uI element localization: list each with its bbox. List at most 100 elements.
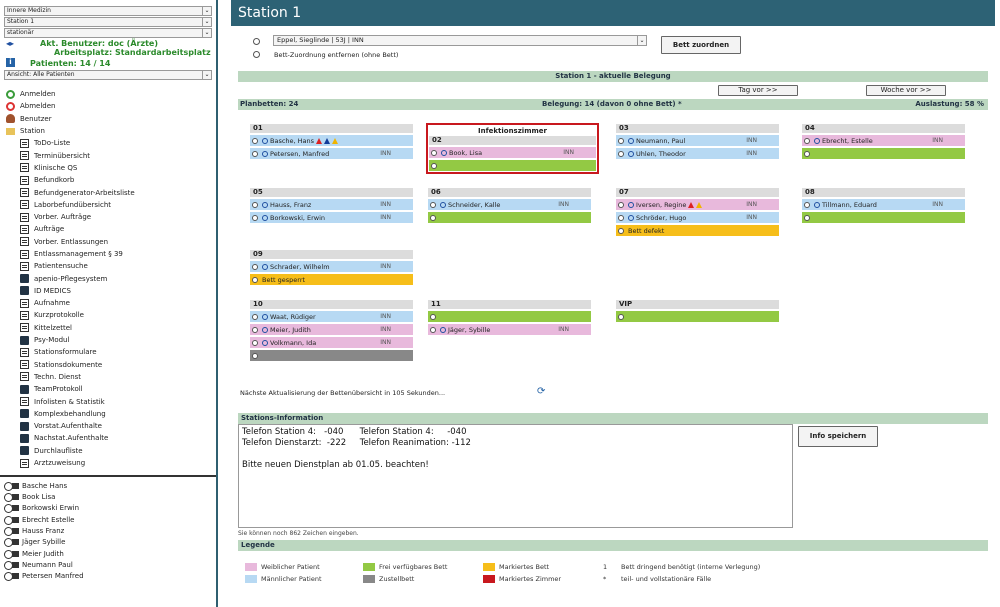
menu-item-2[interactable]: Klinische QS: [0, 162, 216, 174]
search-icon[interactable]: [814, 137, 820, 144]
patient-list-item[interactable]: Neumann Paul: [0, 559, 216, 570]
search-icon[interactable]: [262, 339, 268, 346]
bed-slot[interactable]: Volkmann, Ida INN: [250, 337, 413, 348]
bed-slot[interactable]: Jäger, Sybille INN: [428, 324, 591, 335]
patient-select[interactable]: Eppel, Sieglinde | 53J | INN ⌄: [273, 35, 647, 46]
bed-radio[interactable]: [804, 137, 810, 144]
menu-item-station[interactable]: Station: [0, 125, 216, 137]
bed-radio[interactable]: [618, 150, 624, 157]
bed-radio[interactable]: [252, 339, 258, 346]
bed-slot[interactable]: Borkowski, Erwin INN: [250, 212, 413, 223]
bed-slot[interactable]: [428, 212, 591, 223]
menu-item-1[interactable]: Terminübersicht: [0, 149, 216, 161]
search-icon[interactable]: [262, 150, 268, 157]
bed-radio[interactable]: [252, 352, 258, 359]
patient-list-item[interactable]: Petersen Manfred: [0, 571, 216, 582]
week-forward-button[interactable]: Woche vor >>: [866, 85, 946, 96]
bed-radio[interactable]: [430, 326, 436, 333]
menu-item-7[interactable]: Aufträge: [0, 223, 216, 235]
bed-radio[interactable]: [252, 201, 258, 208]
bed-radio[interactable]: [431, 149, 437, 156]
bed-radio[interactable]: [430, 313, 436, 320]
bed-radio[interactable]: [430, 214, 436, 221]
bed-slot[interactable]: Schrader, Wilhelm INN: [250, 261, 413, 272]
search-icon[interactable]: [814, 201, 820, 208]
patient-list-item[interactable]: Borkowski Erwin: [0, 503, 216, 514]
bed-radio[interactable]: [804, 214, 810, 221]
bed-slot[interactable]: Ebrecht, Estelle INN: [802, 135, 965, 146]
bed-slot[interactable]: [802, 148, 965, 159]
bed-radio[interactable]: [252, 150, 258, 157]
bed-slot[interactable]: Waat, Rüdiger INN: [250, 311, 413, 322]
bed-slot[interactable]: [802, 212, 965, 223]
bed-slot[interactable]: Basche, Hans: [250, 135, 413, 146]
bed-radio[interactable]: [252, 263, 258, 270]
bed-slot[interactable]: Book, Lisa INN: [429, 147, 596, 158]
bed-radio[interactable]: [618, 137, 624, 144]
search-icon[interactable]: [262, 263, 268, 270]
menu-item-0[interactable]: ToDo-Liste: [0, 137, 216, 149]
menu-item-login[interactable]: Anmelden: [0, 88, 216, 100]
bed-slot[interactable]: Petersen, Manfred INN: [250, 148, 413, 159]
search-icon[interactable]: [262, 326, 268, 333]
bed-slot[interactable]: Bett defekt: [616, 225, 779, 236]
bed-slot[interactable]: Uhlen, Theodor INN: [616, 148, 779, 159]
search-icon[interactable]: [441, 149, 447, 156]
remove-bed-radio[interactable]: [253, 51, 260, 58]
bed-radio[interactable]: [252, 214, 258, 221]
search-icon[interactable]: [262, 137, 268, 144]
bed-slot[interactable]: Schneider, Kalle INN: [428, 199, 591, 210]
menu-item-logout[interactable]: Abmelden: [0, 100, 216, 112]
menu-item-19[interactable]: Techn. Dienst: [0, 371, 216, 383]
menu-item-25[interactable]: Durchlaufliste: [0, 445, 216, 457]
menu-item-4[interactable]: Befundgenerator-Arbeitsliste: [0, 186, 216, 198]
patient-list-item[interactable]: Ebrecht Estelle: [0, 514, 216, 525]
bed-radio[interactable]: [431, 162, 437, 169]
bed-slot[interactable]: [429, 160, 596, 171]
menu-item-22[interactable]: Komplexbehandlung: [0, 408, 216, 420]
menu-item-5[interactable]: Laborbefundübersicht: [0, 199, 216, 211]
bed-radio[interactable]: [252, 326, 258, 333]
search-icon[interactable]: [262, 313, 268, 320]
assign-bed-button[interactable]: Bett zuordnen: [661, 36, 741, 54]
bed-radio[interactable]: [252, 137, 258, 144]
patient-list-item[interactable]: Hauss Franz: [0, 525, 216, 537]
menu-item-10[interactable]: Patientensuche: [0, 260, 216, 272]
bed-radio[interactable]: [252, 313, 258, 320]
info-icon[interactable]: i: [6, 58, 15, 67]
menu-item-16[interactable]: Psy-Modul: [0, 334, 216, 346]
bed-radio[interactable]: [618, 227, 624, 234]
menu-item-24[interactable]: Nachstat.Aufenthalte: [0, 432, 216, 444]
search-icon[interactable]: [628, 201, 634, 208]
patient-list-item[interactable]: Meier Judith: [0, 548, 216, 559]
search-icon[interactable]: [628, 137, 634, 144]
menu-item-11[interactable]: apenio-Pflegesystem: [0, 272, 216, 284]
menu-item-users[interactable]: Benutzer: [0, 113, 216, 125]
patient-list-item[interactable]: Book Lisa: [0, 492, 216, 503]
menu-item-8[interactable]: Vorber. Entlassungen: [0, 236, 216, 248]
bed-slot[interactable]: Tillmann, Eduard INN: [802, 199, 965, 210]
patient-list-item[interactable]: Jäger Sybille: [0, 537, 216, 548]
menu-item-12[interactable]: ID MEDICS: [0, 285, 216, 297]
save-info-button[interactable]: Info speichern: [798, 426, 878, 447]
menu-item-13[interactable]: Aufnahme: [0, 297, 216, 309]
patient-list-item[interactable]: Basche Hans: [0, 480, 216, 491]
search-icon[interactable]: [262, 214, 268, 221]
search-icon[interactable]: [262, 201, 268, 208]
bed-radio[interactable]: [618, 201, 624, 208]
search-icon[interactable]: [628, 214, 634, 221]
bed-slot[interactable]: [250, 350, 413, 361]
department-select[interactable]: Innere Medizin ⌄: [4, 6, 212, 16]
care-type-select[interactable]: stationär ⌄: [4, 28, 212, 38]
bed-slot[interactable]: Neumann, Paul INN: [616, 135, 779, 146]
view-select[interactable]: Ansicht: Alle Patienten ⌄: [4, 70, 212, 80]
swap-arrows-icon[interactable]: ◂▸: [6, 39, 14, 48]
menu-item-18[interactable]: Stationsdokumente: [0, 359, 216, 371]
menu-item-9[interactable]: Entlassmanagement § 39: [0, 248, 216, 260]
day-forward-button[interactable]: Tag vor >>: [718, 85, 798, 96]
menu-item-6[interactable]: Vorber. Aufträge: [0, 211, 216, 223]
bed-radio[interactable]: [430, 201, 436, 208]
menu-item-23[interactable]: Vorstat.Aufenthalte: [0, 420, 216, 432]
search-icon[interactable]: [440, 201, 446, 208]
station-info-textarea[interactable]: [238, 424, 793, 528]
